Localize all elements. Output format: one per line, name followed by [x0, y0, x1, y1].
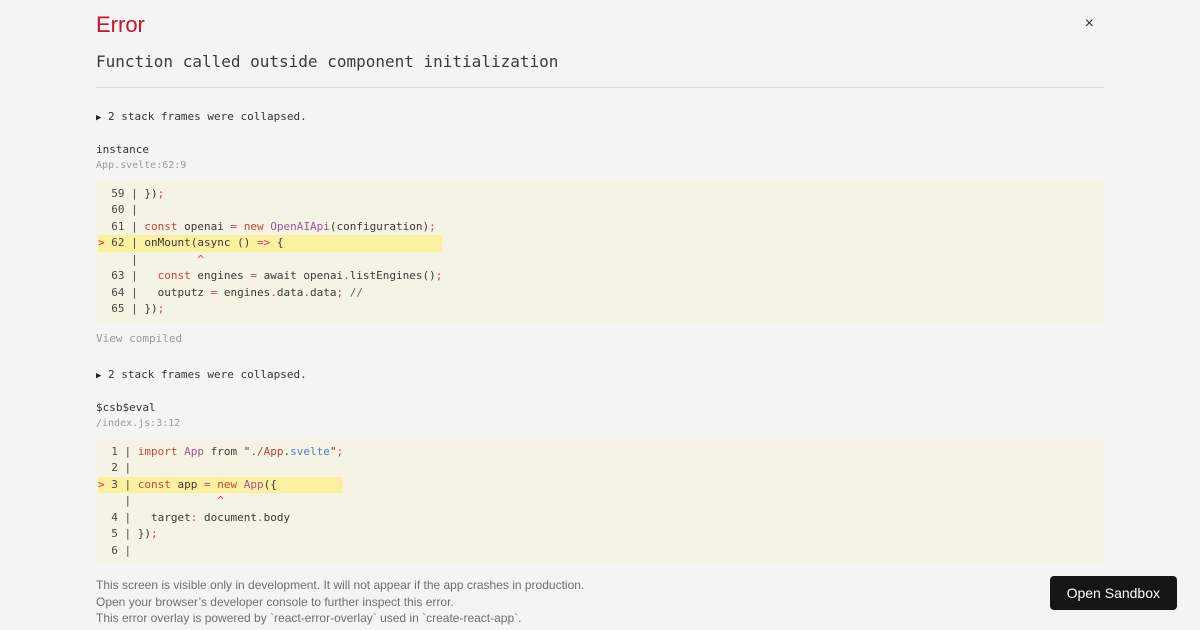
- code-line: 2 |: [98, 461, 138, 475]
- code-line: | ^: [98, 252, 204, 266]
- overlay-header: Error ×: [96, 0, 1104, 37]
- code-frame: 59 | }); 60 | 61 | const openai = new Op…: [96, 180, 1104, 323]
- divider: [96, 87, 1104, 89]
- stack-frame: ▶ 2 stack frames were collapsed. instance…: [96, 109, 1104, 346]
- footer-note-console: Open your browser’s developer console to…: [96, 594, 454, 609]
- frame-function-name: instance: [96, 142, 149, 156]
- expand-arrow-icon: ▶: [96, 371, 102, 382]
- code-line: 1 | import App from "./App.svelte";: [98, 444, 344, 458]
- code-frame: 1 | import App from "./App.svelte"; 2 | …: [96, 438, 1104, 565]
- error-overlay: Error × Function called outside componen…: [88, 0, 1112, 630]
- code-line: | ^: [98, 494, 224, 508]
- footer-note-development: This screen is visible only in developme…: [96, 578, 585, 593]
- code-line: 65 | });: [98, 302, 165, 316]
- code-line: 61 | const openai = new OpenAIApi(config…: [98, 219, 436, 233]
- collapsed-frames-toggle[interactable]: ▶ 2 stack frames were collapsed.: [96, 367, 1104, 384]
- code-line: 5 | });: [98, 527, 158, 541]
- view-compiled-link[interactable]: View compiled: [96, 331, 1104, 346]
- code-line: 63 | const engines = await openai.listEn…: [98, 269, 443, 283]
- footer-notes: This screen is visible only in developme…: [96, 577, 1104, 626]
- frame-function-name: $csb$eval: [96, 400, 156, 414]
- page-title: Error: [96, 12, 145, 37]
- frame-location: /index.js:3:12: [96, 417, 181, 429]
- expand-arrow-icon: ▶: [96, 113, 102, 124]
- stack-frame: ▶ 2 stack frames were collapsed. $csb$eva…: [96, 367, 1104, 565]
- code-line-highlighted: > 62 | onMount(async () => {: [98, 235, 443, 252]
- code-line: 4 | target: document.body: [98, 510, 291, 524]
- frame-location: App.svelte:62:9: [96, 159, 187, 171]
- error-message: Function called outside component initia…: [96, 52, 559, 72]
- code-line: 6 |: [98, 543, 138, 557]
- code-line: 64 | outputz = engines.data.data; //: [98, 285, 363, 299]
- collapsed-frames-toggle[interactable]: ▶ 2 stack frames were collapsed.: [96, 109, 1104, 126]
- close-icon[interactable]: ×: [1085, 16, 1094, 32]
- footer-note-powered-by: This error overlay is powered by `react-…: [96, 610, 522, 625]
- open-sandbox-button[interactable]: Open Sandbox: [1049, 576, 1177, 610]
- code-line: 60 |: [98, 203, 145, 217]
- stack-frames-list: ▶ 2 stack frames were collapsed. instance…: [96, 109, 1104, 565]
- code-line-highlighted: > 3 | const app = new App({: [98, 476, 344, 494]
- code-line: 59 | });: [98, 186, 165, 200]
